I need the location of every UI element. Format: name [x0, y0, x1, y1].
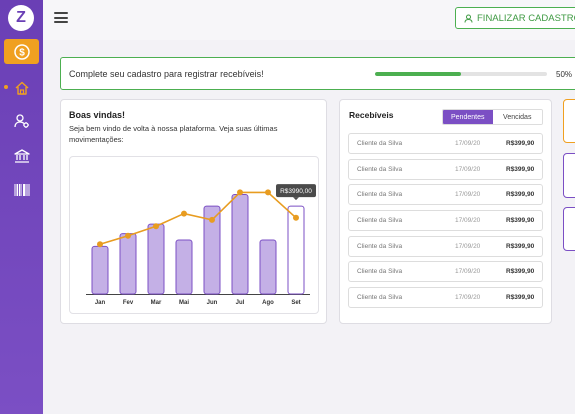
- sidebar-item-home[interactable]: [4, 75, 39, 100]
- user-icon: [464, 14, 473, 23]
- progress-percentage: 50%: [556, 70, 573, 79]
- progress-fill: [375, 72, 461, 76]
- x-tick-label: Jun: [207, 300, 218, 306]
- chart-line-point[interactable]: [209, 216, 215, 223]
- chart-line-point[interactable]: [153, 223, 159, 230]
- receivable-amount: R$399,90: [506, 191, 535, 199]
- receivable-amount: R$399,90: [506, 165, 535, 173]
- receivable-row[interactable]: Cliente da Silva 17/09/20 R$399,90: [348, 133, 543, 154]
- movements-chart: Jan Fev Mar Mai Jun Jul Ago Set R$3990,00: [69, 156, 319, 314]
- bank-icon: [13, 148, 30, 163]
- registration-banner: Complete seu cadastro para registrar rec…: [60, 57, 575, 90]
- chart-tooltip: R$3990,00: [276, 184, 316, 201]
- chart-bar[interactable]: [175, 239, 193, 295]
- tooltip-label: R$3990,00: [280, 188, 312, 195]
- welcome-card: Boas vindas! Seja bem vindo de volta à n…: [60, 99, 327, 324]
- sidebar-item-bank[interactable]: [4, 143, 39, 168]
- summary-card-3[interactable]: [563, 207, 575, 251]
- x-tick-label: Fev: [123, 300, 134, 306]
- receivable-date: 17/09/20: [455, 140, 481, 147]
- sidebar-item-barcode[interactable]: [4, 177, 39, 202]
- receivable-date: 17/09/20: [455, 191, 481, 199]
- hamburger-menu-icon[interactable]: [54, 12, 68, 23]
- receivables-tabs: Pendentes Vencidas: [442, 109, 543, 125]
- chart-line-point[interactable]: [181, 210, 187, 217]
- tab-pendentes[interactable]: Pendentes: [443, 110, 493, 124]
- registration-progress-bar: [375, 72, 547, 76]
- receivable-row[interactable]: Cliente da Silva 17/09/20 R$399,90: [348, 235, 543, 257]
- x-tick-label: Jul: [236, 300, 245, 306]
- receivable-date: 17/09/20: [455, 294, 481, 302]
- chart-bar[interactable]: [91, 245, 109, 295]
- receivable-date: 17/09/20: [455, 242, 481, 250]
- chart-bar[interactable]: [147, 223, 165, 295]
- x-tick-label: Ago: [262, 300, 274, 306]
- user-settings-icon: [13, 113, 29, 128]
- receivable-row[interactable]: Cliente da Silva 17/09/20 R$399,90: [348, 261, 543, 283]
- receivable-client-name: Cliente da Silva: [357, 242, 403, 250]
- receivable-client-name: Cliente da Silva: [357, 140, 403, 147]
- summary-card-2[interactable]: [563, 153, 575, 198]
- receivable-amount: R$399,90: [506, 294, 535, 302]
- svg-text:$: $: [19, 47, 25, 58]
- receivables-list: Cliente da Silva 17/09/20 R$399,90 Cliente …: [348, 133, 543, 313]
- finalize-registration-button[interactable]: FINALIZAR CADASTRO: [455, 7, 575, 29]
- sidebar: Z $: [0, 0, 43, 414]
- receivable-client-name: Cliente da Silva: [357, 165, 403, 173]
- tooltip-arrow: [293, 197, 299, 201]
- x-tick-label: Mai: [179, 300, 189, 306]
- chart-line-point[interactable]: [125, 232, 131, 239]
- receivable-client-name: Cliente da Silva: [357, 268, 403, 276]
- x-tick-label: Jan: [95, 300, 106, 306]
- top-bar: FINALIZAR CADASTRO: [43, 0, 575, 40]
- receivable-date: 17/09/20: [455, 165, 481, 173]
- chart-line-point[interactable]: [97, 241, 103, 248]
- home-icon: [15, 81, 28, 95]
- chart-line-point[interactable]: [265, 189, 271, 196]
- welcome-subtitle: Seja bem vindo de volta à nossa platafor…: [69, 124, 278, 144]
- receivable-amount: R$399,90: [506, 242, 535, 250]
- receivable-date: 17/09/20: [455, 268, 481, 276]
- logo[interactable]: Z: [8, 5, 34, 31]
- receivable-row[interactable]: Cliente da Silva 17/09/20 R$399,90: [348, 158, 543, 180]
- receivable-amount: R$399,90: [506, 268, 535, 276]
- receivable-amount: R$399,90: [506, 140, 535, 147]
- receivable-row[interactable]: Cliente da Silva 17/09/20 R$399,90: [348, 210, 543, 232]
- chart-line-point[interactable]: [237, 189, 243, 196]
- chart-line-point[interactable]: [293, 214, 299, 221]
- sidebar-item-users[interactable]: [4, 108, 39, 133]
- x-tick-label: Mar: [151, 300, 162, 306]
- barcode-icon: [14, 183, 29, 196]
- coin-icon: $: [13, 43, 30, 60]
- receivable-client-name: Cliente da Silva: [357, 191, 403, 199]
- receivable-date: 17/09/20: [455, 217, 481, 225]
- chart-bar[interactable]: [259, 239, 277, 295]
- banner-text: Complete seu cadastro para registrar rec…: [69, 69, 264, 79]
- summary-card-1[interactable]: [563, 99, 575, 143]
- receivable-client-name: Cliente da Silva: [357, 294, 403, 302]
- receivables-card: Recebíveis Pendentes Vencidas Cliente da…: [339, 99, 552, 324]
- sidebar-item-finance[interactable]: $: [4, 39, 39, 64]
- chart-bar[interactable]: [231, 194, 249, 295]
- finalize-button-label: FINALIZAR CADASTRO: [477, 12, 575, 24]
- tab-vencidas[interactable]: Vencidas: [492, 110, 542, 124]
- receivables-title: Recebíveis: [349, 110, 394, 120]
- welcome-title: Boas vindas!: [69, 110, 126, 120]
- chart-bar[interactable]: [119, 233, 137, 295]
- receivable-amount: R$399,90: [506, 217, 535, 225]
- receivable-row[interactable]: Cliente da Silva 17/09/20 R$399,90: [348, 184, 543, 206]
- chart-svg: Jan Fev Mar Mai Jun Jul Ago Set R$3990,00: [86, 184, 316, 306]
- x-tick-label: Set: [291, 300, 300, 306]
- receivable-row[interactable]: Cliente da Silva 17/09/20 R$399,90: [348, 287, 543, 309]
- receivable-client-name: Cliente da Silva: [357, 217, 403, 225]
